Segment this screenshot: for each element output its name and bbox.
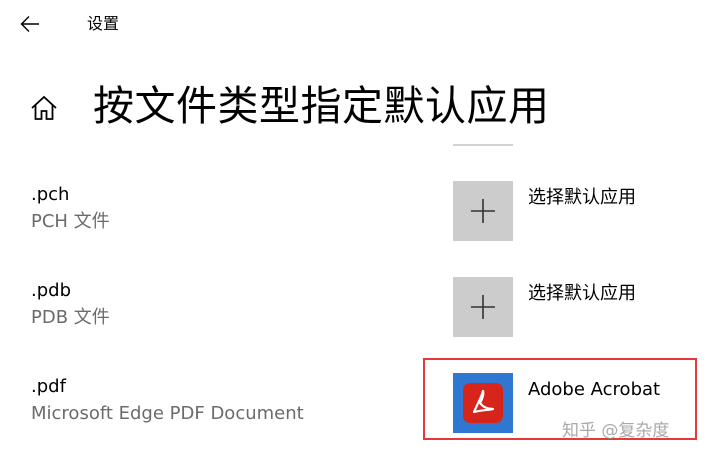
file-type-row-pch: .pch PCH 文件 选择默认应用 — [0, 170, 713, 266]
extension-name: .pdf — [31, 376, 66, 397]
app-label: 选择默认应用 — [528, 283, 636, 304]
app-tile — [453, 181, 513, 241]
extension-description: PCH 文件 — [31, 211, 110, 232]
extension-name: .pdb — [31, 280, 71, 301]
watermark: 知乎 @复杂度 — [562, 421, 670, 441]
plus-icon — [471, 295, 495, 319]
arrow-left-icon — [20, 16, 39, 32]
file-type-row-pdf: .pdf Microsoft Edge PDF Document Adobe A… — [0, 362, 713, 458]
home-button[interactable] — [26, 90, 62, 126]
file-type-row-pdb: .pdb PDB 文件 选择默认应用 — [0, 266, 713, 362]
extension-name: .pch — [31, 184, 70, 205]
app-label: 选择默认应用 — [528, 187, 636, 208]
scroll-divider — [453, 144, 513, 146]
choose-default-app-button[interactable]: 选择默认应用 — [453, 181, 713, 243]
extension-description: PDB 文件 — [31, 307, 110, 328]
adobe-acrobat-icon — [463, 383, 503, 423]
page-title: 按文件类型指定默认应用 — [93, 82, 550, 130]
home-icon — [31, 95, 57, 120]
app-label: Adobe Acrobat — [528, 379, 661, 400]
plus-icon — [471, 199, 495, 223]
back-button[interactable] — [14, 8, 46, 40]
window-title: 设置 — [87, 14, 120, 33]
extension-description: Microsoft Edge PDF Document — [31, 403, 304, 424]
app-tile — [453, 277, 513, 337]
app-tile — [453, 373, 513, 433]
choose-default-app-button[interactable]: 选择默认应用 — [453, 277, 713, 339]
title-bar: 设置 — [0, 0, 713, 50]
